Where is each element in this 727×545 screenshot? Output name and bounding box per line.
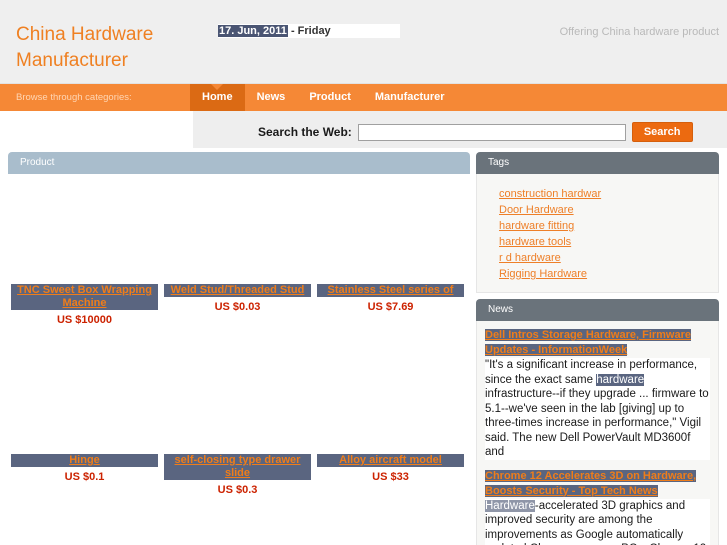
tag-link[interactable]: construction hardwar: [499, 188, 601, 200]
tag-link[interactable]: Door Hardware: [499, 204, 574, 216]
list-item: r d hardware: [499, 250, 718, 265]
product-title-link[interactable]: Alloy aircraft model: [317, 454, 464, 467]
product-title-wrap: Alloy aircraft model: [314, 454, 467, 467]
product-card: Stainless Steel series of US $7.69: [314, 174, 467, 344]
product-image-placeholder: [314, 344, 467, 454]
product-price: US $0.03: [214, 301, 261, 313]
nav-item-home[interactable]: Home: [190, 84, 245, 111]
product-image-placeholder: [161, 174, 314, 284]
search-input[interactable]: [357, 123, 626, 141]
nav-item-news[interactable]: News: [245, 84, 298, 111]
product-price: US $0.3: [217, 484, 258, 496]
nav-item-product[interactable]: Product: [297, 84, 363, 111]
nav-items: Home News Product Manufacturer: [190, 84, 457, 111]
product-row: Hinge US $0.1 self-closing type drawer s…: [8, 344, 470, 514]
product-card: self-closing type drawer slide US $0.3: [161, 344, 314, 514]
search-button[interactable]: Search: [631, 122, 693, 142]
product-image-placeholder: [8, 344, 161, 454]
tag-link[interactable]: hardware tools: [499, 236, 571, 248]
sidebar: Tags construction hardwar Door Hardware …: [476, 152, 719, 545]
product-card: Weld Stud/Threaded Stud US $0.03: [161, 174, 314, 344]
product-image-placeholder: [8, 174, 161, 284]
product-price: US $33: [372, 471, 409, 483]
list-item: hardware fitting: [499, 218, 718, 233]
news-snippet: Hardware-accelerated 3D graphics and imp…: [485, 498, 710, 545]
product-title-wrap: self-closing type drawer slide: [161, 454, 314, 480]
tag-link[interactable]: r d hardware: [499, 252, 561, 264]
news-snippet: "It's a significant increase in performa…: [485, 358, 710, 460]
content-area: Product TNC Sweet Box Wrapping Machine U…: [0, 152, 727, 545]
product-title-wrap: TNC Sweet Box Wrapping Machine: [8, 284, 161, 310]
product-price: US $7.69: [367, 301, 414, 313]
page-root: China Hardware Manufacturer 17. Jun, 201…: [0, 0, 727, 545]
news-snippet-before: "It's a significant increase in performa…: [485, 359, 698, 386]
date-display: 17. Jun, 2011 - Friday: [218, 24, 400, 38]
product-title-link[interactable]: Stainless Steel series of: [317, 284, 464, 297]
site-header: China Hardware Manufacturer 17. Jun, 201…: [0, 0, 727, 84]
product-title-link[interactable]: Weld Stud/Threaded Stud: [164, 284, 311, 297]
news-panel-body: Dell Intros Storage Hardware, Firmware U…: [476, 321, 719, 545]
tag-link[interactable]: Rigging Hardware: [499, 268, 587, 280]
search-label: Search the Web:: [258, 125, 352, 139]
product-image-placeholder: [314, 174, 467, 284]
product-row: TNC Sweet Box Wrapping Machine US $10000…: [8, 174, 470, 344]
product-image-placeholder: [161, 344, 314, 454]
news-snippet-highlight: Hardware: [485, 499, 535, 512]
product-title-link[interactable]: TNC Sweet Box Wrapping Machine: [11, 284, 158, 310]
product-card: Hinge US $0.1: [8, 344, 161, 514]
list-item: hardware tools: [499, 234, 718, 249]
search-form: Search the Web: Search: [193, 121, 727, 143]
list-item: construction hardwar: [499, 186, 718, 201]
main-column: Product TNC Sweet Box Wrapping Machine U…: [8, 152, 470, 514]
product-title-wrap: Stainless Steel series of: [314, 284, 467, 297]
product-price: US $10000: [56, 314, 113, 326]
product-title-link[interactable]: self-closing type drawer slide: [164, 454, 311, 480]
news-panel-title: News: [476, 299, 719, 321]
nav-item-manufacturer[interactable]: Manufacturer: [363, 84, 457, 111]
date-weekday: - Friday: [287, 25, 331, 37]
news-item: Chrome 12 Accelerates 3D on Hardware, Bo…: [485, 468, 710, 545]
site-tagline: Offering China hardware product: [559, 26, 719, 38]
news-snippet-after: infrastructure--if they upgrade ... firm…: [485, 388, 709, 458]
news-title-link[interactable]: Dell Intros Storage Hardware, Firmware U…: [485, 329, 692, 356]
tags-panel-title: Tags: [476, 152, 719, 174]
news-item: Dell Intros Storage Hardware, Firmware U…: [485, 327, 710, 460]
list-item: Rigging Hardware: [499, 266, 718, 281]
product-card: Alloy aircraft model US $33: [314, 344, 467, 514]
news-title-link[interactable]: Chrome 12 Accelerates 3D on Hardware, Bo…: [485, 469, 697, 497]
search-band: Search the Web: Search: [0, 111, 727, 152]
news-snippet-highlight: hardware: [596, 373, 645, 386]
date-selected-text: 17. Jun, 2011: [218, 25, 288, 37]
main-navigation: Browse through categories: Home News Pro…: [0, 84, 727, 111]
browse-categories-label: Browse through categories:: [16, 92, 132, 103]
tag-link[interactable]: hardware fitting: [499, 220, 574, 232]
product-grid: TNC Sweet Box Wrapping Machine US $10000…: [8, 174, 470, 514]
product-card: TNC Sweet Box Wrapping Machine US $10000: [8, 174, 161, 344]
list-item: Door Hardware: [499, 202, 718, 217]
product-title-wrap: Hinge: [8, 454, 161, 467]
product-title-link[interactable]: Hinge: [11, 454, 158, 467]
site-title: China Hardware Manufacturer: [16, 24, 154, 71]
product-title-wrap: Weld Stud/Threaded Stud: [161, 284, 314, 297]
product-price: US $0.1: [64, 471, 105, 483]
tags-panel-body: construction hardwar Door Hardware hardw…: [476, 174, 719, 293]
product-panel-title: Product: [8, 152, 470, 174]
tag-list: construction hardwar Door Hardware hardw…: [477, 182, 718, 281]
